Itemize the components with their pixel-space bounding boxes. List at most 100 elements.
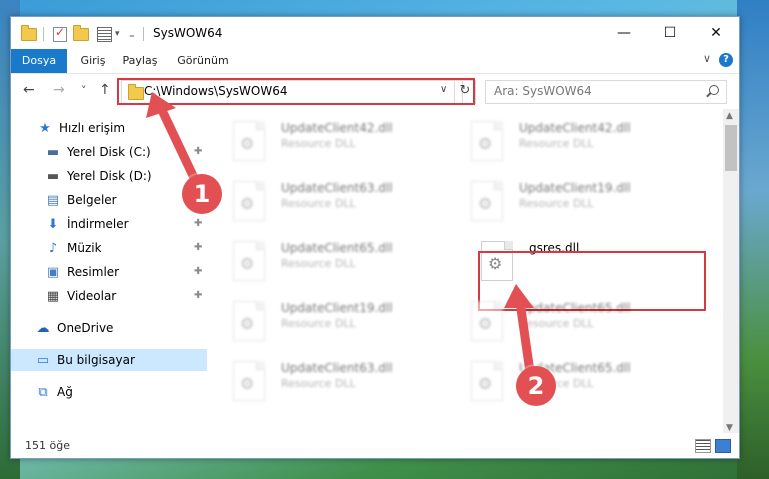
title-bar: ▾ ₌ SysWOW64 — ☐ ✕	[11, 17, 739, 49]
properties-check-icon[interactable]	[53, 25, 67, 43]
sidebar-item-muzik[interactable]: ♪ Müzik ✚	[11, 237, 207, 259]
file-type: Resource DLL	[281, 257, 356, 270]
file-item[interactable]: ⚙ UpdateClient65.dll Resource DLL	[449, 295, 669, 349]
file-list: ⚙ UpdateClient42.dll Resource DLL ⚙ Upda…	[211, 109, 725, 427]
sidebar-item-quick-access[interactable]: ★ Hızlı erişim	[11, 117, 207, 139]
desktop-wallpaper-right	[737, 0, 769, 479]
dll-file-icon: ⚙	[233, 361, 265, 401]
pin-icon[interactable]: ✚	[194, 218, 202, 229]
dll-file-icon: ⚙	[233, 181, 265, 221]
file-type: Resource DLL	[519, 317, 594, 330]
sidebar-item-label: Ağ	[57, 385, 73, 399]
window-title: SysWOW64	[153, 26, 223, 40]
file-item[interactable]: ⚙ UpdateClient63.dll Resource DLL	[211, 175, 431, 229]
dll-file-icon: ⚙	[233, 241, 265, 281]
status-bar: 151 öğe	[11, 434, 739, 458]
file-type: Resource DLL	[281, 137, 356, 150]
up-arrow-icon[interactable]: ↑	[99, 82, 111, 98]
sidebar-item-network[interactable]: ⧉ Ağ	[11, 381, 207, 403]
step-badge-1: 1	[182, 174, 222, 214]
sidebar-item-this-pc[interactable]: ▭ Bu bilgisayar	[11, 349, 207, 371]
tab-paylas[interactable]: Paylaş	[115, 49, 165, 73]
sidebar-item-belgeler[interactable]: ▤ Belgeler	[11, 189, 207, 211]
gear-icon: ⚙	[478, 134, 493, 153]
dll-file-icon: ⚙	[471, 181, 503, 221]
address-highlight-box	[117, 78, 475, 105]
customize-toolbar-icon[interactable]: ₌	[129, 25, 135, 43]
large-icons-view-icon[interactable]	[715, 439, 731, 453]
close-button[interactable]: ✕	[693, 17, 739, 49]
details-view-icon[interactable]	[695, 439, 711, 453]
sidebar-item-local-disk-c[interactable]: ▬ Yerel Disk (C:) ✚	[11, 141, 207, 163]
sidebar-item-local-disk-d[interactable]: ▬ Yerel Disk (D:)	[11, 165, 207, 187]
sidebar-item-label: Videolar	[67, 289, 117, 303]
file-item[interactable]: ⚙ UpdateClient42.dll Resource DLL	[449, 115, 669, 169]
search-input[interactable]	[486, 81, 694, 101]
music-icon: ♪	[48, 240, 58, 256]
drive-icon: ▬	[46, 168, 60, 184]
step-badge-2: 2	[516, 366, 556, 406]
file-explorer-window: ▾ ₌ SysWOW64 — ☐ ✕ Dosya Giriş Paylaş Gö…	[10, 16, 740, 459]
navigation-bar: ← → ˅ ↑ C:\Windows\SysWOW64 ∨ ↻	[11, 74, 739, 108]
help-button[interactable]: ?	[719, 53, 733, 67]
file-name: UpdateClient19.dll	[519, 181, 631, 195]
video-icon: ▦	[46, 288, 60, 304]
vertical-scrollbar[interactable]: ▲ ▼	[723, 109, 739, 433]
sidebar-item-label: Yerel Disk (D:)	[67, 169, 152, 183]
search-icon[interactable]	[709, 85, 719, 95]
minimize-button[interactable]: —	[601, 17, 647, 49]
pin-icon[interactable]: ✚	[194, 266, 202, 277]
new-folder-icon[interactable]	[73, 24, 89, 43]
tab-giris[interactable]: Giriş	[73, 49, 113, 73]
sidebar-item-resimler[interactable]: ▣ Resimler ✚	[11, 261, 207, 283]
properties-icon[interactable]	[97, 25, 112, 43]
file-name: UpdateClient65.dll	[519, 301, 631, 315]
scroll-up-icon[interactable]: ▲	[726, 111, 733, 121]
sidebar-item-label: Belgeler	[67, 193, 117, 207]
ribbon-expand-chevron-icon[interactable]: ∨	[703, 52, 711, 65]
file-type: Resource DLL	[281, 317, 356, 330]
quick-access-folder-icon[interactable]	[21, 24, 37, 43]
scroll-thumb[interactable]	[725, 125, 737, 171]
file-item[interactable]: ⚙ UpdateClient65.dll Resource DLL	[449, 355, 669, 409]
scroll-down-icon[interactable]: ▼	[726, 423, 733, 433]
title-separator	[143, 25, 144, 43]
file-item[interactable]: ⚙ UpdateClient42.dll Resource DLL	[211, 115, 431, 169]
file-type: Resource DLL	[519, 137, 594, 150]
customize-toolbar-chevron-icon[interactable]: ▾	[115, 25, 120, 43]
sidebar-item-label: Resimler	[67, 265, 120, 279]
recent-locations-chevron-icon[interactable]: ˅	[81, 84, 87, 97]
gear-icon: ⚙	[240, 134, 255, 153]
gear-icon: ⚙	[240, 314, 255, 333]
file-type: Resource DLL	[281, 377, 356, 390]
file-item[interactable]: ⚙ UpdateClient63.dll Resource DLL	[211, 355, 431, 409]
pin-icon[interactable]: ✚	[194, 242, 202, 253]
navigation-pane: ★ Hızlı erişim ▬ Yerel Disk (C:) ✚ ▬ Yer…	[11, 109, 207, 427]
search-box	[485, 80, 727, 104]
file-item[interactable]: ⚙ UpdateClient65.dll Resource DLL	[211, 235, 431, 289]
pin-icon[interactable]: ✚	[194, 290, 202, 301]
file-name: UpdateClient19.dll	[281, 301, 393, 315]
sidebar-item-label: Yerel Disk (C:)	[67, 145, 151, 159]
tab-dosya[interactable]: Dosya	[11, 49, 67, 73]
sidebar-item-label: OneDrive	[57, 321, 114, 335]
sidebar-item-indirmeler[interactable]: ⬇ İndirmeler ✚	[11, 213, 207, 235]
dll-file-icon: ⚙	[233, 301, 265, 341]
file-name: UpdateClient42.dll	[519, 121, 631, 135]
dll-file-icon: ⚙	[471, 121, 503, 161]
back-arrow-icon[interactable]: ←	[23, 82, 35, 98]
file-item[interactable]: ⚙ UpdateClient19.dll Resource DLL	[449, 175, 669, 229]
forward-arrow-icon[interactable]: →	[53, 82, 65, 98]
tab-gorunum[interactable]: Görünüm	[173, 49, 233, 73]
pin-icon[interactable]: ✚	[194, 146, 202, 157]
gear-icon: ⚙	[478, 374, 493, 393]
sidebar-item-onedrive[interactable]: ☁ OneDrive	[11, 317, 207, 339]
dll-file-icon: ⚙	[233, 121, 265, 161]
download-icon: ⬇	[47, 216, 59, 232]
file-type: Resource DLL	[519, 197, 594, 210]
file-item[interactable]: ⚙ UpdateClient19.dll Resource DLL	[211, 295, 431, 349]
gear-icon: ⚙	[240, 374, 255, 393]
item-count: 151 öğe	[25, 439, 70, 452]
sidebar-item-videolar[interactable]: ▦ Videolar ✚	[11, 285, 207, 307]
maximize-button[interactable]: ☐	[647, 17, 693, 49]
